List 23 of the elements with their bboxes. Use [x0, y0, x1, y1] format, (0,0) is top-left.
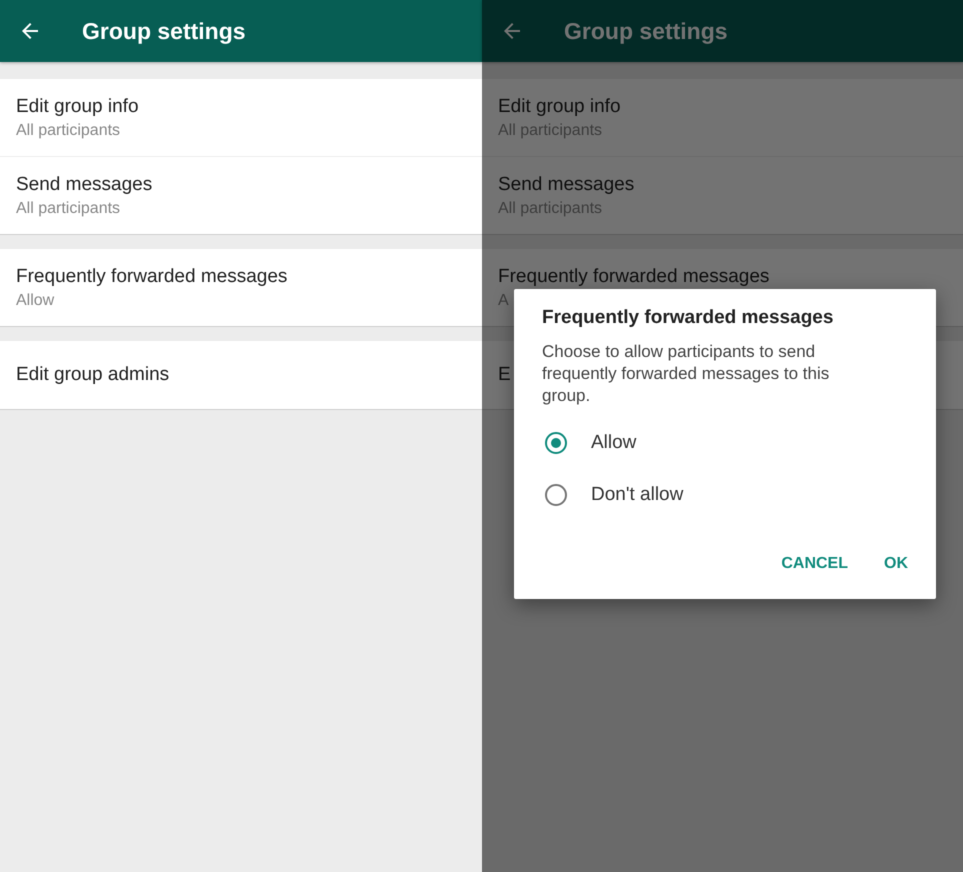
dialog-title: Frequently forwarded messages [542, 307, 834, 329]
item-title: Frequently forwarded messages [498, 266, 770, 288]
option-label[interactable]: Allow [591, 432, 636, 454]
radio-button[interactable] [545, 432, 567, 454]
option-label[interactable]: Don't allow [591, 484, 684, 506]
item-title: Send messages [498, 174, 634, 196]
item-title: Send messages [16, 174, 152, 196]
item-title: Frequently forwarded messages [16, 266, 288, 288]
item-subtitle: Allow [16, 292, 54, 310]
item-subtitle: All participants [16, 200, 120, 218]
screen-title: Group settings [82, 18, 246, 44]
dialog-button[interactable]: CANCEL [767, 547, 862, 581]
item-title: Edit group info [498, 96, 621, 118]
settings-item[interactable]: Edit group admins [0, 341, 482, 409]
item-subtitle: All participants [16, 122, 120, 140]
settings-item[interactable]: Edit group info All participants [0, 79, 482, 156]
radio-button[interactable] [545, 484, 567, 506]
item-title: Edit group info [16, 96, 139, 118]
screen-title: Group settings [564, 18, 728, 44]
dialog-message: Choose to allow participants to send frequently forwarded messages to this group. [542, 341, 830, 407]
item-title: Edit group admins [16, 364, 170, 386]
dialog-button[interactable]: OK [870, 547, 922, 581]
settings-item[interactable]: Frequently forwarded messages Allow [0, 249, 482, 326]
